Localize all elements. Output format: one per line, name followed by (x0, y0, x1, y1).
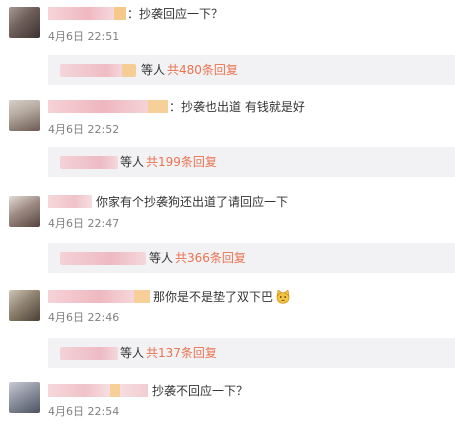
comment-text: 你家有个抄袭狗还出道了请回应一下 (96, 195, 289, 209)
comment-text: ：抄袭也出道 有钱就是好 (169, 100, 305, 114)
reply-people-label: 等人 (120, 155, 145, 169)
reply-people-label: 等人 (149, 251, 174, 265)
reply-count-link[interactable]: 共480条回复 (167, 63, 238, 77)
reply-summary[interactable]: 等人 共480条回复 (48, 55, 455, 85)
reply-people-label: 等人 (141, 63, 166, 77)
reply-summary[interactable]: 等人 共366条回复 (48, 243, 455, 273)
comment-list: ：抄袭回应一下？ 4月6日 22:51 等人 共480条回复 ：抄袭也出道 有钱… (0, 0, 455, 426)
reply-summary[interactable]: 等人 共199条回复 (48, 147, 455, 177)
username-blurred[interactable] (48, 100, 168, 113)
comment-text: ：抄袭回应一下？ (127, 7, 224, 21)
comment-time[interactable]: 4月6日 22:54 (48, 405, 119, 418)
username-blurred[interactable] (48, 290, 150, 303)
reply-usernames-blurred (60, 64, 126, 77)
reply-usernames-blurred (60, 347, 118, 360)
avatar[interactable] (9, 382, 40, 413)
comment-time[interactable]: 4月6日 22:46 (48, 311, 119, 324)
reply-usernames-blurred (60, 252, 146, 265)
reply-count-link[interactable]: 共199条回复 (146, 155, 217, 169)
reply-count-link[interactable]: 共366条回复 (175, 251, 246, 265)
comment-text: 那你是不是垫了双下巴 (153, 290, 274, 304)
avatar[interactable] (9, 196, 40, 227)
reply-usernames-blurred (60, 156, 118, 169)
username-blurred[interactable] (48, 195, 92, 208)
comment-time[interactable]: 4月6日 22:51 (48, 30, 119, 43)
username-blurred[interactable] (48, 7, 126, 20)
reply-summary[interactable]: 等人 共137条回复 (48, 338, 455, 368)
comment-text: 抄袭不回应一下？ (152, 384, 249, 398)
reply-people-label: 等人 (120, 346, 145, 360)
avatar[interactable] (9, 290, 40, 321)
reply-usernames-blurred (122, 64, 136, 77)
reply-count-link[interactable]: 共137条回复 (146, 346, 217, 360)
avatar[interactable] (9, 7, 40, 38)
comment-time[interactable]: 4月6日 22:52 (48, 123, 119, 136)
cat-face-emoji-icon (276, 290, 290, 304)
comment-time[interactable]: 4月6日 22:47 (48, 217, 119, 230)
avatar[interactable] (9, 100, 40, 131)
username-blurred[interactable] (48, 384, 148, 397)
